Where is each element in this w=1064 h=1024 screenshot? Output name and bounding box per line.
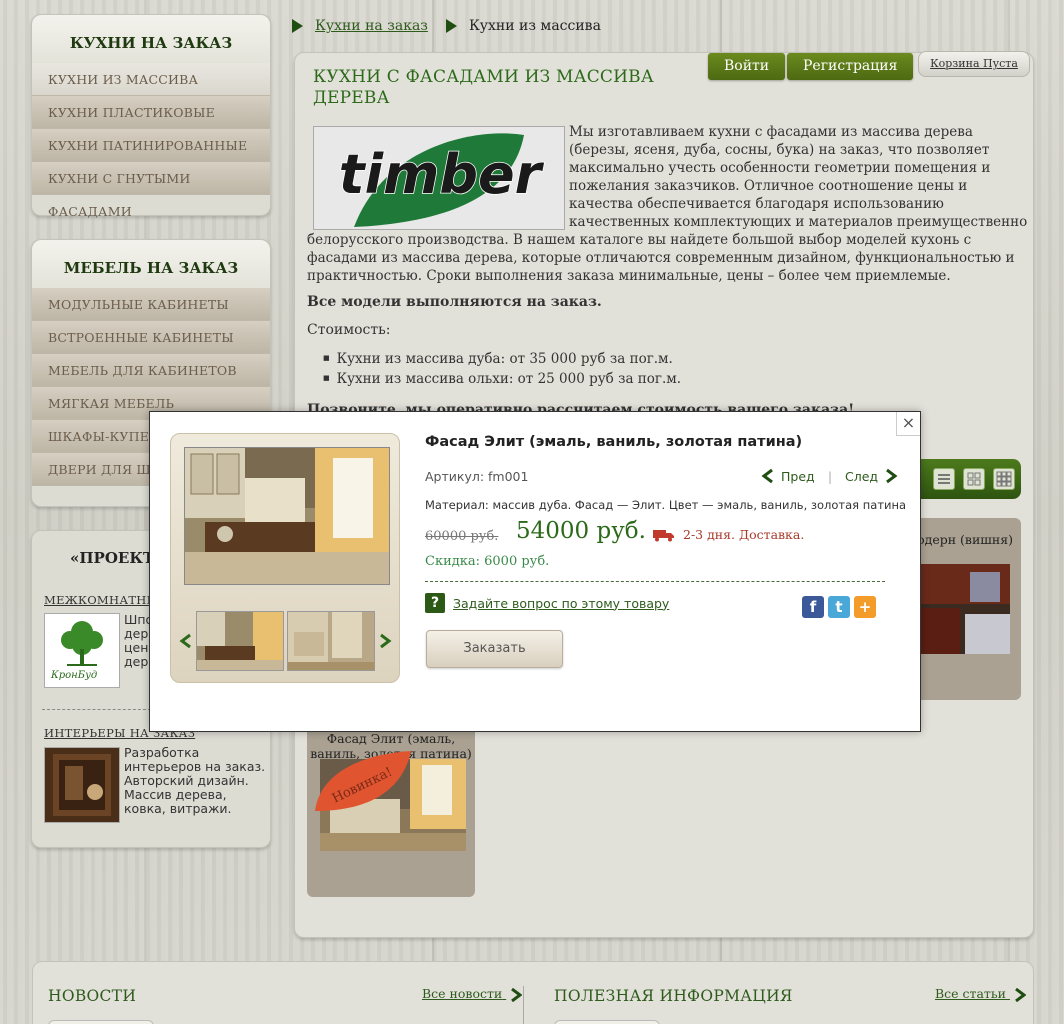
gallery-thumb[interactable] (196, 611, 284, 671)
price-list-item-alder: Кухни из массива ольхи: от 25 000 руб за… (323, 371, 681, 387)
modal-divider (425, 581, 885, 582)
breadcrumb: Кухни на заказ Кухни из массива (292, 18, 601, 34)
breadcrumb-arrow-icon (292, 19, 303, 33)
facebook-icon[interactable]: f (802, 596, 824, 618)
discount: Скидка: 6000 руб. (425, 554, 550, 569)
breadcrumb-link-kitchens[interactable]: Кухни на заказ (315, 18, 428, 34)
delivery-info: 2-3 дня. Доставка. (653, 527, 804, 542)
product-quick-view-modal: × Фасад Элит (эмаль, ваниль, золотая пат… (149, 411, 921, 732)
close-icon[interactable]: × (896, 412, 920, 436)
made-to-order-note: Все модели выполняются на заказ. (307, 294, 602, 310)
old-price: 60000 руб. (425, 529, 499, 544)
list-view-icon[interactable] (933, 468, 955, 490)
cart-button[interactable]: Корзина Пуста (918, 51, 1030, 77)
view-switcher (911, 459, 1021, 499)
breadcrumb-current: Кухни из массива (468, 18, 601, 34)
ask-question-link[interactable]: ? Задайте вопрос по этому товару (425, 593, 669, 613)
menu-item-kitchens-plastic[interactable]: КУХНИ ПЛАСТИКОВЫЕ (32, 96, 270, 129)
menu-item-kitchens-curved[interactable]: КУХНИ С ГНУТЫМИ ФАСАДАМИ (32, 162, 270, 219)
intro-logo-spacer (307, 123, 569, 230)
next-product-link[interactable]: След (845, 468, 898, 484)
interiors-text: Разработка интерьеров на заказ. Авторски… (124, 745, 266, 816)
page-title: КУХНИ С ФАСАДАМИ ИЗ МАССИВА ДЕРЕВА (313, 67, 654, 108)
share-more-icon[interactable]: + (854, 596, 876, 618)
menu-item-kitchens-solid[interactable]: КУХНИ ИЗ МАССИВА (32, 63, 270, 96)
product-article: Артикул: fm001 (425, 469, 529, 484)
arrow-left-icon (761, 468, 773, 484)
menu-item-built-in-cabinets[interactable]: ВСТРОЕННЫЕ КАБИНЕТЫ (32, 321, 270, 354)
new-badge: Новинка! (311, 749, 415, 815)
gallery-next-icon[interactable] (378, 633, 392, 649)
product-card[interactable]: Фасад Элит (эмаль, ваниль, золотая патин… (307, 725, 475, 897)
all-news-label: Все новости (422, 986, 503, 1001)
twitter-icon[interactable]: t (828, 596, 850, 618)
next-product-label: След (845, 468, 879, 484)
info-item-thumb (554, 1020, 660, 1024)
cost-label: Стоимость: (307, 322, 391, 338)
grid-view-icon[interactable] (963, 468, 985, 490)
furniture-menu-title: МЕБЕЛЬ НА ЗАКАЗ (32, 240, 270, 288)
price-list: Кухни из массива дуба: от 35 000 руб за … (323, 351, 681, 391)
gallery-thumb[interactable] (287, 611, 375, 671)
product-title: Фасад Элит (эмаль, ваниль, золотая патин… (425, 434, 803, 450)
interiors-thumbnail[interactable] (44, 747, 120, 823)
kitchens-menu-panel: КУХНИ НА ЗАКАЗ КУХНИ ИЗ МАССИВА КУХНИ ПЛ… (31, 14, 271, 219)
intro-text: Мы изготавливаем кухни с фасадами из мас… (307, 123, 1029, 285)
menu-item-kitchens-patina[interactable]: КУХНИ ПАТИНИРОВАННЫЕ (32, 129, 270, 162)
small-grid-view-icon[interactable] (993, 468, 1015, 490)
kronbud-logo[interactable]: КронБуд (44, 613, 120, 688)
register-button[interactable]: Регистрация (787, 53, 914, 80)
all-news-link[interactable]: Все новости (422, 986, 523, 1002)
news-title: НОВОСТИ (48, 987, 137, 1005)
useful-info-title: ПОЛЕЗНАЯ ИНФОРМАЦИЯ (554, 987, 793, 1005)
nav-separator: | (828, 470, 833, 484)
arrow-right-icon (1015, 987, 1026, 1002)
footer-divider (523, 986, 524, 1024)
arrow-right-icon (886, 468, 898, 484)
news-item-thumb (48, 1020, 154, 1024)
ask-question-label: Задайте вопрос по этому товару (453, 595, 670, 611)
delivery-text: 2-3 дня. Доставка. (683, 527, 805, 542)
gallery-prev-icon[interactable] (179, 633, 193, 649)
menu-item-office-furniture[interactable]: МЕБЕЛЬ ДЛЯ КАБИНЕТОВ (32, 354, 270, 387)
breadcrumb-arrow-icon (445, 19, 457, 33)
truck-icon (653, 529, 674, 541)
product-card-caption: одерн (вишня) (917, 532, 1013, 547)
menu-item-modular-cabinets[interactable]: МОДУЛЬНЫЕ КАБИНЕТЫ (32, 288, 270, 321)
all-articles-label: Все статьи (935, 986, 1006, 1001)
arrow-right-icon (511, 987, 523, 1002)
kronbud-logo-text: КронБуд (51, 670, 98, 681)
question-icon: ? (425, 593, 445, 613)
kitchens-menu-title: КУХНИ НА ЗАКАЗ (32, 15, 270, 63)
prev-product-label: Пред (781, 468, 815, 484)
product-card-image (910, 564, 1010, 654)
prev-product-link[interactable]: Пред (761, 468, 815, 484)
social-share: f t + (802, 596, 876, 618)
all-articles-link[interactable]: Все статьи (935, 986, 1026, 1002)
product-material: Материал: массив дуба. Фасад — Элит. Цве… (425, 498, 907, 512)
login-button[interactable]: Войти (708, 53, 786, 80)
gallery-main-image[interactable] (184, 447, 390, 585)
new-price: 54000 руб. (516, 518, 646, 544)
price-list-item-oak: Кухни из массива дуба: от 35 000 руб за … (323, 351, 681, 367)
footer-info-panel: НОВОСТИ Все новости ПОЛЕЗНАЯ ИНФОРМАЦИЯ … (32, 961, 1034, 1024)
doors-link[interactable]: МЕЖКОМНАТНЫ (44, 593, 158, 607)
order-button[interactable]: Заказать (426, 630, 563, 668)
product-gallery (170, 433, 400, 683)
